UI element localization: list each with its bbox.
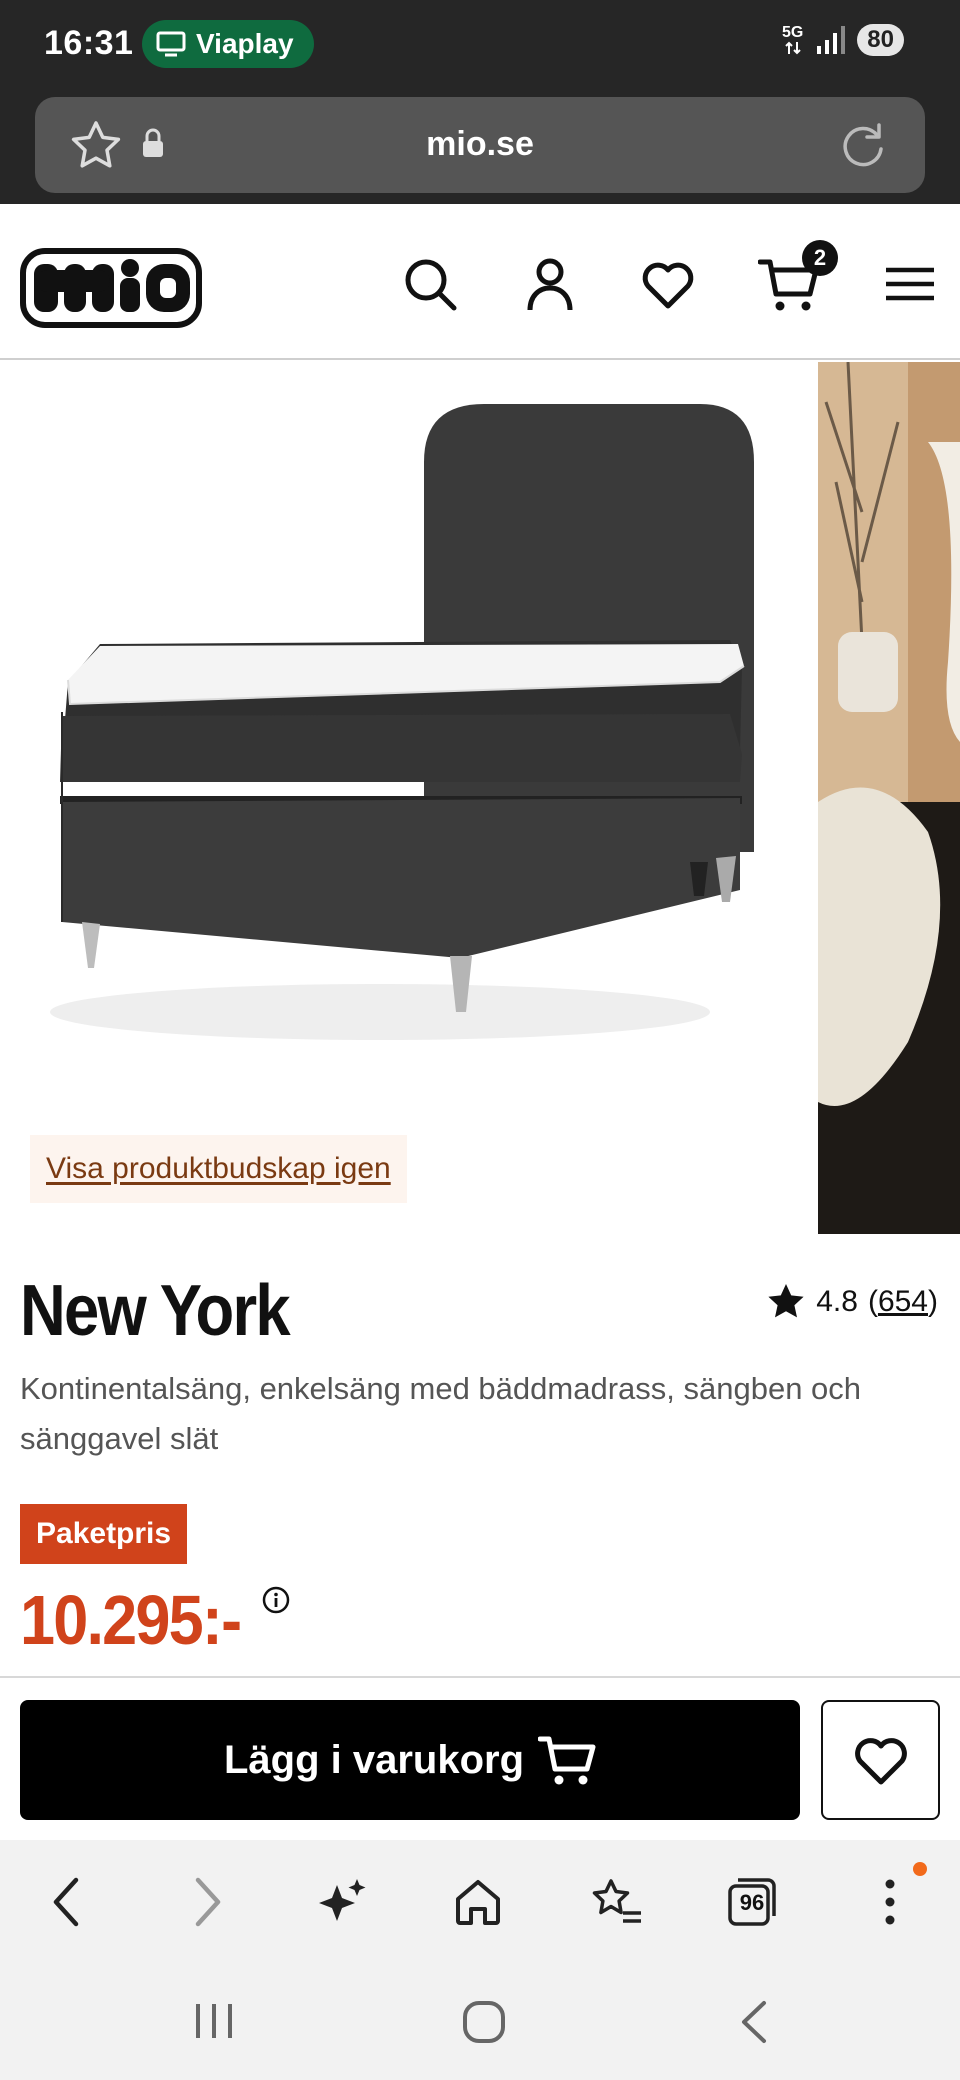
back-nav-icon[interactable] bbox=[738, 2000, 768, 2044]
status-bar: 16:31 Viaplay 5G 80 bbox=[0, 0, 960, 90]
rating-count-link[interactable]: 654 bbox=[878, 1285, 928, 1318]
monitor-icon bbox=[156, 31, 186, 57]
package-price-badge: Paketpris bbox=[20, 1504, 188, 1564]
bookmarks-button[interactable] bbox=[584, 1870, 648, 1934]
browser-toolbar: 96 bbox=[0, 1840, 960, 1964]
product-title: New York bbox=[20, 1271, 291, 1351]
browser-menu-button[interactable] bbox=[858, 1870, 922, 1934]
star-icon bbox=[768, 1284, 804, 1318]
sticky-purchase-bar: Lägg i varukorg bbox=[0, 1676, 960, 1840]
price-info-icon[interactable] bbox=[262, 1586, 290, 1614]
data-arrows-icon bbox=[784, 41, 801, 55]
rating-value: 4.8 bbox=[816, 1285, 858, 1318]
recent-apps-icon[interactable] bbox=[194, 2000, 234, 2042]
product-price: 10.295:- bbox=[20, 1581, 242, 1659]
home-button[interactable] bbox=[446, 1870, 510, 1934]
restore-product-message-link[interactable]: Visa produktbudskap igen bbox=[46, 1152, 391, 1186]
forward-button[interactable] bbox=[176, 1870, 240, 1934]
status-icons: 5G 80 bbox=[782, 24, 904, 56]
product-image-next[interactable] bbox=[818, 362, 960, 1234]
url-bar[interactable]: mio.se bbox=[35, 97, 925, 193]
add-to-cart-button[interactable]: Lägg i varukorg bbox=[20, 1700, 800, 1820]
url-text[interactable]: mio.se bbox=[35, 125, 925, 164]
tabs-button[interactable]: 96 bbox=[720, 1870, 784, 1934]
bed-image bbox=[50, 404, 754, 1040]
more-vertical-icon bbox=[885, 1879, 895, 1925]
rating-open-paren: ( bbox=[867, 1285, 878, 1318]
viaplay-label: Viaplay bbox=[196, 28, 294, 59]
rating-close-paren: ) bbox=[928, 1285, 938, 1318]
product-image-gallery[interactable]: Visa produktbudskap igen bbox=[0, 362, 960, 1234]
rating-count-wrapper[interactable]: (654) bbox=[868, 1285, 938, 1319]
viaplay-cast-pill[interactable]: Viaplay bbox=[142, 20, 314, 68]
mio-logo[interactable] bbox=[20, 248, 202, 328]
product-description: Kontinentalsäng, enkelsäng med bäddmadra… bbox=[20, 1371, 862, 1456]
site-header: 2 bbox=[0, 204, 960, 360]
signal-icon bbox=[817, 26, 846, 54]
system-navigation-bar bbox=[0, 1964, 960, 2080]
home-nav-icon[interactable] bbox=[462, 2000, 506, 2044]
lifestyle-image bbox=[818, 362, 960, 1234]
search-icon[interactable] bbox=[402, 256, 458, 312]
chevron-left-icon bbox=[53, 1877, 79, 1927]
status-time: 16:31 bbox=[44, 24, 134, 62]
ai-assistant-button[interactable] bbox=[310, 1870, 374, 1934]
hamburger-menu-icon[interactable] bbox=[882, 256, 938, 312]
tabs-count: 96 bbox=[739, 1890, 765, 1915]
sparkle-icon bbox=[319, 1879, 366, 1921]
chevron-right-icon bbox=[195, 1877, 221, 1927]
home-icon bbox=[456, 1880, 500, 1925]
notification-dot bbox=[913, 1862, 927, 1876]
network-indicator: 5G bbox=[782, 25, 803, 55]
product-rating[interactable]: 4.8 (654) bbox=[766, 1282, 938, 1322]
back-button[interactable] bbox=[34, 1870, 98, 1934]
wishlist-heart-icon[interactable] bbox=[640, 256, 696, 312]
account-icon[interactable] bbox=[522, 256, 578, 312]
network-label: 5G bbox=[781, 24, 804, 41]
add-to-wishlist-button[interactable] bbox=[821, 1700, 940, 1820]
bookmark-star-list-icon bbox=[592, 1879, 641, 1923]
add-to-cart-label: Lägg i varukorg bbox=[223, 1737, 525, 1782]
partially-hidden-text bbox=[20, 1664, 320, 1676]
cart-count-badge: 2 bbox=[802, 240, 838, 276]
reload-icon[interactable] bbox=[837, 119, 889, 171]
battery-indicator: 80 bbox=[857, 24, 904, 56]
cart-icon bbox=[538, 1736, 596, 1785]
browser-address-area: mio.se bbox=[0, 90, 960, 204]
product-image-main[interactable]: Visa produktbudskap igen bbox=[0, 362, 818, 1234]
heart-icon bbox=[854, 1738, 907, 1785]
restore-product-message-box[interactable]: Visa produktbudskap igen bbox=[30, 1135, 407, 1203]
